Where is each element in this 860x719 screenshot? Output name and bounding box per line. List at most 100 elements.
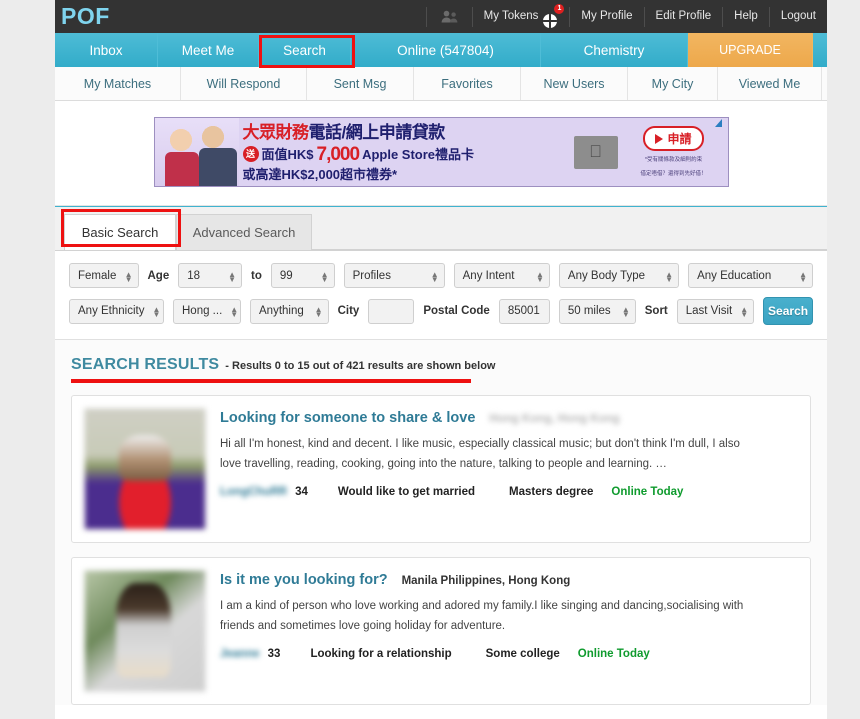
ad-couple-photo xyxy=(154,118,239,186)
nav-tab-meet-me[interactable]: Meet Me xyxy=(158,33,259,67)
age-to-label: to xyxy=(250,269,262,282)
gender-select[interactable]: Female ▲ ▼ xyxy=(69,263,139,288)
chevron-updown-icon: ▲ ▼ xyxy=(228,269,236,284)
postal-code-input[interactable]: 85001 xyxy=(498,298,550,324)
results-count-text: - Results 0 to 15 out of 421 results are… xyxy=(225,360,496,372)
pof-logo[interactable]: POF xyxy=(55,3,305,30)
age-label: Age xyxy=(147,269,170,282)
sort-value: Last Visit xyxy=(685,305,733,317)
sort-select[interactable]: Last Visit ▲ ▼ xyxy=(676,298,755,324)
sub-nav-filler xyxy=(822,67,827,100)
region-value: Hong ... xyxy=(182,305,223,317)
result-card-heading-row: Is it me you looking for? Manila Philipp… xyxy=(220,572,798,588)
education-select[interactable]: Any Education ▲ ▼ xyxy=(688,263,813,288)
sub-tab-sent-msg[interactable]: Sent Msg xyxy=(307,67,414,100)
education-value: Any Education xyxy=(697,269,772,282)
profile-photo[interactable] xyxy=(84,570,206,692)
ethnicity-select[interactable]: Any Ethnicity ▲ ▼ xyxy=(69,298,164,324)
edit-profile-link[interactable]: Edit Profile xyxy=(645,0,723,33)
ethnicity-value: Any Ethnicity xyxy=(78,305,145,317)
ad-subline-suffix: Apple Store禮品卡 xyxy=(362,146,475,162)
sub-tab-my-matches[interactable]: My Matches xyxy=(55,67,181,100)
token-globe-icon: 1 xyxy=(543,4,565,28)
age-max-value: 99 xyxy=(279,269,293,282)
profile-location: Hong Kong, Hong Kong xyxy=(489,413,620,425)
profiles-select[interactable]: Profiles ▲ ▼ xyxy=(343,263,445,288)
page-container: POF My Tokens 1 My Profile Edit Profile … xyxy=(55,0,827,719)
anything-select[interactable]: Anything ▲ ▼ xyxy=(250,298,329,324)
ad-cta-area: 申請 *受有關條款及細則約束 借定唔借？還得到先好借！ xyxy=(624,126,728,178)
profile-headline-link[interactable]: Looking for someone to share & love xyxy=(220,410,475,426)
result-card[interactable]: Looking for someone to share & love Hong… xyxy=(71,395,811,543)
profile-intent: Looking for a relationship xyxy=(310,647,452,660)
body-type-select[interactable]: Any Body Type ▲ ▼ xyxy=(558,263,680,288)
profile-username[interactable]: Jeanne xyxy=(220,648,260,660)
ad-amount: 7,000 xyxy=(316,143,361,165)
distance-select[interactable]: 50 miles ▲ ▼ xyxy=(558,298,636,324)
intent-select[interactable]: Any Intent ▲ ▼ xyxy=(453,263,550,288)
profile-headline-link[interactable]: Is it me you looking for? xyxy=(220,572,388,588)
results-title: SEARCH RESULTS xyxy=(71,356,220,373)
sub-tab-viewed-me[interactable]: Viewed Me xyxy=(718,67,822,100)
nav-tab-chemistry[interactable]: Chemistry xyxy=(541,33,688,67)
body-type-value: Any Body Type xyxy=(567,269,646,282)
profile-online-status: Online Today xyxy=(611,485,684,498)
age-min-select[interactable]: 18 ▲ ▼ xyxy=(178,263,242,288)
results-underline-highlight xyxy=(71,379,471,383)
ad-apply-button[interactable]: 申請 xyxy=(643,126,704,152)
chevron-updown-icon: ▲ ▼ xyxy=(535,269,544,284)
nav-tab-upgrade[interactable]: UPGRADE xyxy=(688,33,813,67)
tab-advanced-search[interactable]: Advanced Search xyxy=(176,214,312,250)
ad-copy: 大眾財務電話/網上申請貸款 送 面值HK$ 7,000 Apple Store禮… xyxy=(239,124,568,181)
profile-age: 34 xyxy=(295,485,308,498)
search-panel: Basic Search Advanced Search Female ▲ ▼ A… xyxy=(55,206,827,339)
apple-logo-icon:  xyxy=(573,135,618,169)
help-link[interactable]: Help xyxy=(723,0,769,33)
nav-tab-online[interactable]: Online (547804) xyxy=(351,33,541,67)
search-tab-filler xyxy=(312,214,827,250)
profile-description: Hi all I'm honest, kind and decent. I li… xyxy=(220,438,740,470)
anything-value: Anything xyxy=(259,305,304,317)
profile-online-status: Online Today xyxy=(577,647,650,660)
token-badge: 1 xyxy=(554,4,565,14)
search-tab-strip: Basic Search Advanced Search xyxy=(55,206,827,250)
adchoices-icon[interactable] xyxy=(714,119,727,130)
ad-headline: 大眾財務電話/網上申請貸款 xyxy=(243,124,568,141)
ad-disclaimer-2: 借定唔借？還得到先好借！ xyxy=(640,170,707,177)
search-results-section: SEARCH RESULTS - Results 0 to 15 out of … xyxy=(55,339,827,705)
postal-code-label: Postal Code xyxy=(423,305,490,317)
nav-tab-search[interactable]: Search xyxy=(259,33,351,67)
tab-basic-search[interactable]: Basic Search xyxy=(64,214,176,250)
sub-tab-favorites[interactable]: Favorites xyxy=(414,67,521,100)
nav-tab-inbox[interactable]: Inbox xyxy=(55,33,158,67)
filter-row-2: Any Ethnicity ▲ ▼ Hong ... ▲ ▼ Anything ▲ ▼… xyxy=(69,297,813,325)
gender-select-value: Female xyxy=(78,269,117,282)
result-card[interactable]: Is it me you looking for? Manila Philipp… xyxy=(71,557,811,705)
profile-photo[interactable] xyxy=(84,408,206,530)
intent-value: Any Intent xyxy=(462,269,515,282)
advertisement-banner[interactable]: 大眾財務電話/網上申請貸款 送 面值HK$ 7,000 Apple Store禮… xyxy=(153,117,729,187)
profile-username[interactable]: LongChuRR xyxy=(220,486,287,498)
city-input[interactable] xyxy=(368,298,415,324)
age-min-value: 18 xyxy=(187,269,201,282)
logout-link[interactable]: Logout xyxy=(770,0,827,33)
sub-tab-my-city[interactable]: My City xyxy=(628,67,718,100)
result-card-list: Looking for someone to share & love Hong… xyxy=(71,395,811,705)
my-tokens-link[interactable]: My Tokens 1 xyxy=(473,0,570,33)
age-max-select[interactable]: 99 ▲ ▼ xyxy=(270,263,335,288)
my-profile-link[interactable]: My Profile xyxy=(570,0,643,33)
search-button[interactable]: Search xyxy=(763,297,813,325)
ad-region: 大眾財務電話/網上申請貸款 送 面值HK$ 7,000 Apple Store禮… xyxy=(55,101,827,206)
chevron-updown-icon: ▲ ▼ xyxy=(152,305,161,319)
people-icon[interactable] xyxy=(427,0,472,33)
region-select[interactable]: Hong ... ▲ ▼ xyxy=(173,298,241,324)
chevron-updown-icon: ▲ ▼ xyxy=(314,305,323,319)
chevron-updown-icon: ▲ ▼ xyxy=(621,305,630,319)
sub-tab-new-users[interactable]: New Users xyxy=(521,67,628,100)
profile-intent: Would like to get married xyxy=(337,485,476,498)
ad-subline-prefix: 面值HK$ xyxy=(261,146,314,162)
sub-nav: My Matches Will Respond Sent Msg Favorit… xyxy=(55,67,827,101)
chevron-updown-icon: ▲ ▼ xyxy=(430,269,439,284)
sub-tab-will-respond[interactable]: Will Respond xyxy=(181,67,307,100)
profiles-value: Profiles xyxy=(352,269,391,282)
